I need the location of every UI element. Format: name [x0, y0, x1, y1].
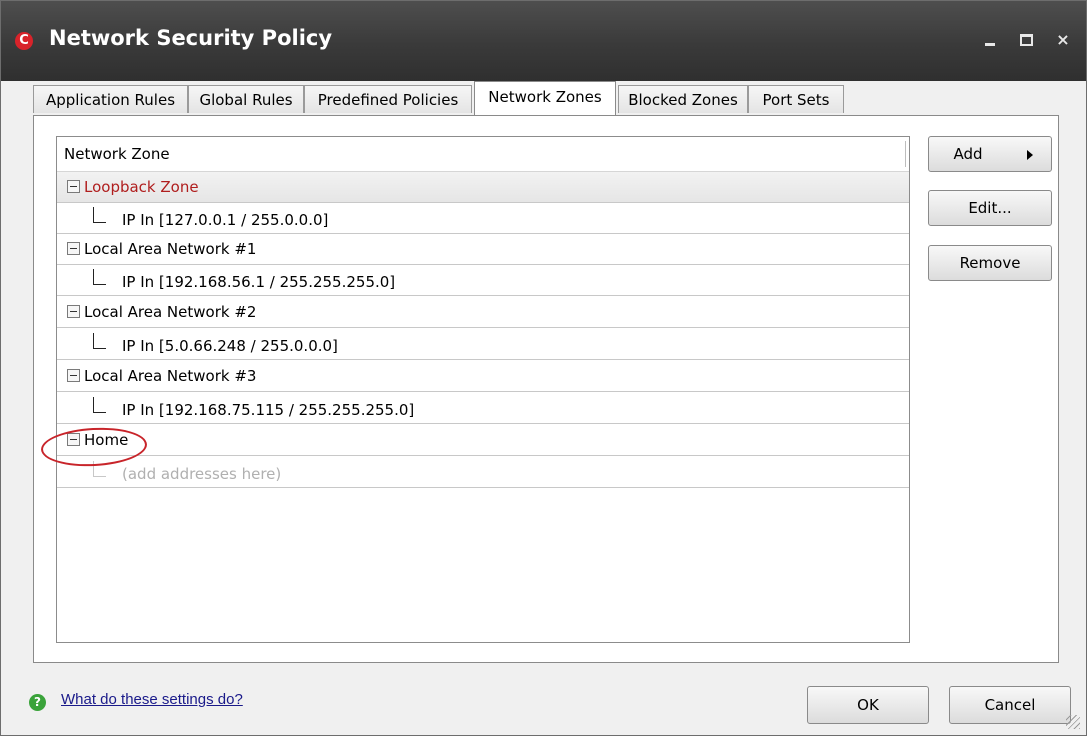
tree-branch-icon [93, 333, 106, 349]
collapse-icon[interactable] [67, 305, 80, 318]
zone-row-home[interactable]: Home [57, 425, 909, 456]
zone-label: Home [84, 431, 129, 449]
address-label: IP In [192.168.75.115 / 255.255.255.0] [122, 401, 415, 419]
edit-button[interactable]: Edit... [928, 190, 1052, 226]
tab-application-rules[interactable]: Application Rules [33, 85, 188, 113]
zone-label: Local Area Network #2 [84, 303, 257, 321]
tab-predefined-policies[interactable]: Predefined Policies [304, 85, 472, 113]
column-header-network-zone: Network Zone [64, 145, 170, 163]
zone-label: Local Area Network #3 [84, 367, 257, 385]
resize-grip-icon[interactable] [1066, 715, 1080, 729]
tab-global-rules[interactable]: Global Rules [188, 85, 304, 113]
collapse-icon[interactable] [67, 369, 80, 382]
address-row[interactable]: IP In [127.0.0.1 / 255.0.0.0] [57, 203, 909, 234]
network-zone-list[interactable]: Network Zone Loopback Zone IP In [127.0.… [56, 136, 910, 643]
tree-branch-icon [93, 269, 106, 285]
tree-branch-icon [93, 397, 106, 413]
tree-branch-icon [93, 207, 106, 223]
help-link[interactable]: What do these settings do? [61, 691, 243, 708]
zone-label: Local Area Network #1 [84, 240, 257, 258]
zone-row-lan-2[interactable]: Local Area Network #2 [57, 297, 909, 328]
collapse-icon[interactable] [67, 242, 80, 255]
close-icon[interactable]: × [1052, 29, 1074, 51]
title-bar[interactable]: C Network Security Policy × [1, 1, 1086, 81]
address-label: IP In [192.168.56.1 / 255.255.255.0] [122, 273, 396, 291]
maximize-icon[interactable] [1015, 29, 1037, 51]
cancel-button[interactable]: Cancel [949, 686, 1071, 724]
zone-row-lan-3[interactable]: Local Area Network #3 [57, 361, 909, 392]
window-title: Network Security Policy [49, 26, 333, 50]
zone-label: Loopback Zone [84, 178, 199, 196]
dialog-window: C Network Security Policy × Application … [0, 0, 1087, 736]
collapse-icon[interactable] [67, 433, 80, 446]
address-row[interactable]: IP In [5.0.66.248 / 255.0.0.0] [57, 329, 909, 360]
remove-button[interactable]: Remove [928, 245, 1052, 281]
tab-blocked-zones[interactable]: Blocked Zones [618, 85, 748, 113]
arrow-right-icon [1027, 150, 1033, 160]
add-button[interactable]: Add [928, 136, 1052, 172]
address-row[interactable]: IP In [192.168.75.115 / 255.255.255.0] [57, 393, 909, 424]
zone-row-loopback[interactable]: Loopback Zone [57, 172, 909, 203]
column-divider[interactable] [905, 141, 906, 167]
tab-network-zones[interactable]: Network Zones [474, 81, 616, 115]
list-column-header[interactable]: Network Zone [57, 137, 909, 172]
minimize-icon[interactable] [979, 29, 1001, 51]
add-address-placeholder: (add addresses here) [122, 465, 282, 483]
tree-branch-icon [93, 461, 106, 477]
add-button-label: Add [953, 145, 983, 163]
address-label: IP In [127.0.0.1 / 255.0.0.0] [122, 211, 329, 229]
collapse-icon[interactable] [67, 180, 80, 193]
tab-port-sets[interactable]: Port Sets [748, 85, 844, 113]
zone-row-lan-1[interactable]: Local Area Network #1 [57, 234, 909, 265]
address-row[interactable]: IP In [192.168.56.1 / 255.255.255.0] [57, 265, 909, 296]
add-address-row[interactable]: (add addresses here) [57, 457, 909, 488]
app-logo-icon: C [15, 32, 33, 50]
address-label: IP In [5.0.66.248 / 255.0.0.0] [122, 337, 338, 355]
ok-button[interactable]: OK [807, 686, 929, 724]
help-icon: ? [29, 694, 46, 711]
